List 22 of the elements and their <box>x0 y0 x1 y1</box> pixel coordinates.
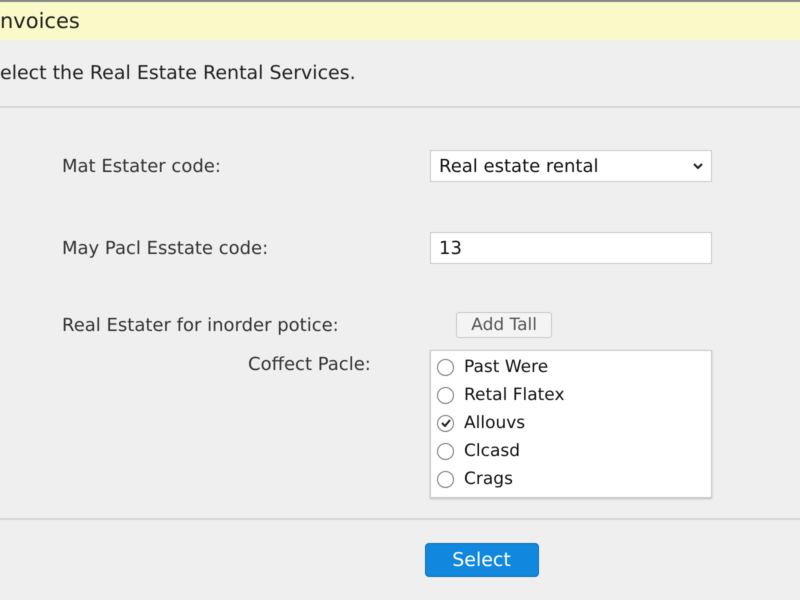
check-icon <box>440 419 450 427</box>
radio-button[interactable] <box>437 442 454 460</box>
option-label: Crags <box>464 469 513 489</box>
option-label: Retal Flatex <box>464 385 565 405</box>
field-label: Real Estater for inorder potice: <box>62 314 339 336</box>
option-label: Allouvs <box>464 413 526 433</box>
window-title: nvoices <box>0 9 80 33</box>
caret-icon <box>693 163 703 169</box>
field-label: Mat Estater code: <box>62 156 221 176</box>
radio-button[interactable] <box>437 386 454 404</box>
dropdown[interactable]: Real estate rental <box>430 150 712 182</box>
input-field[interactable]: 13 <box>430 232 712 264</box>
option-label: Past Were <box>464 357 548 377</box>
add-button[interactable]: Add Tall <box>456 312 552 338</box>
select-button[interactable]: Select <box>424 543 538 577</box>
field-label: Coffect Pacle: <box>248 354 371 375</box>
radio-button[interactable] <box>437 358 454 376</box>
instruction-text: elect the Real Estate Rental Services. <box>0 62 356 84</box>
radio-button[interactable] <box>437 470 454 488</box>
option-label: Clcasd <box>464 441 520 461</box>
field-label: May Pacl Esstate code: <box>62 238 268 258</box>
radio-button[interactable] <box>437 414 454 432</box>
